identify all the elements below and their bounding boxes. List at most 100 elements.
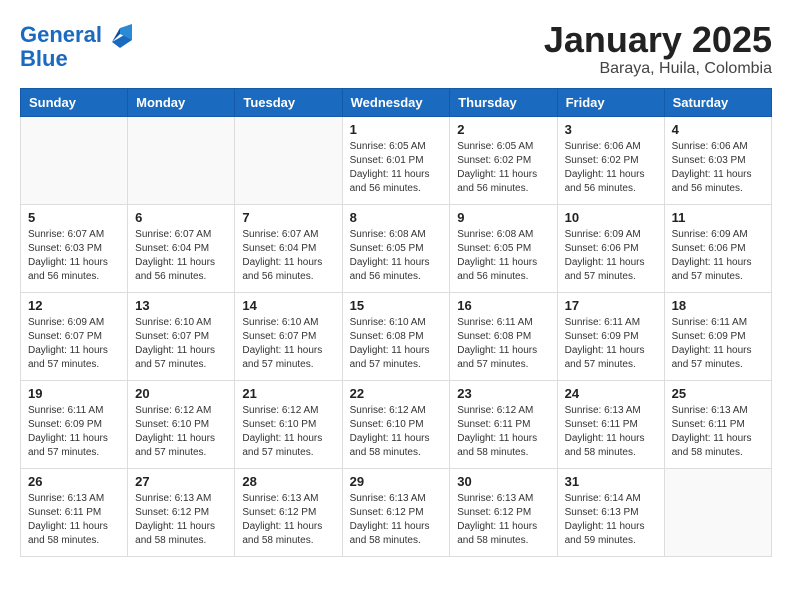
calendar-cell: 6 Sunrise: 6:07 AMSunset: 6:04 PMDaylight… [128, 204, 235, 292]
calendar-cell: 12 Sunrise: 6:09 AMSunset: 6:07 PMDayligh… [21, 292, 128, 380]
day-info: Sunrise: 6:11 AMSunset: 6:09 PMDaylight:… [28, 404, 120, 460]
calendar-cell: 23 Sunrise: 6:12 AMSunset: 6:11 PMDayligh… [450, 380, 557, 468]
calendar-cell: 21Sunrise: 6:12 AMSunset: 6:10 PMDayligh… [235, 380, 342, 468]
day-info: Sunrise: 6:10 AMSunset: 6:07 PMDaylight:… [242, 316, 334, 372]
week-row-3: 12 Sunrise: 6:09 AMSunset: 6:07 PMDayligh… [21, 292, 772, 380]
day-info: Sunrise: 6:13 AMSunset: 6:12 PMDaylight:… [242, 492, 334, 548]
calendar-cell [664, 468, 771, 556]
calendar-cell: 17Sunrise: 6:11 AMSunset: 6:09 PMDayligh… [557, 292, 664, 380]
day-number: 24 [565, 386, 657, 401]
location: Baraya, Huila, Colombia [544, 60, 772, 78]
logo-icon [104, 20, 134, 50]
calendar-table: SundayMondayTuesdayWednesdayThursdayFrid… [20, 88, 772, 557]
calendar-cell: 4 Sunrise: 6:06 AMSunset: 6:03 PMDaylight… [664, 116, 771, 204]
calendar-cell: 14 Sunrise: 6:10 AMSunset: 6:07 PMDayligh… [235, 292, 342, 380]
weekday-header-tuesday: Tuesday [235, 88, 342, 116]
day-number: 11 [672, 210, 764, 225]
day-number: 10 [565, 210, 657, 225]
weekday-header-wednesday: Wednesday [342, 88, 450, 116]
day-info: Sunrise: 6:13 AMSunset: 6:11 PMDaylight:… [672, 404, 764, 460]
calendar-cell: 31Sunrise: 6:14 AMSunset: 6:13 PMDayligh… [557, 468, 664, 556]
calendar-cell: 29Sunrise: 6:13 AMSunset: 6:12 PMDayligh… [342, 468, 450, 556]
logo-text: General [20, 23, 102, 47]
day-number: 13 [135, 298, 227, 313]
week-row-5: 26 Sunrise: 6:13 AMSunset: 6:11 PMDayligh… [21, 468, 772, 556]
day-info: Sunrise: 6:12 AMSunset: 6:10 PMDaylight:… [350, 404, 443, 460]
calendar-cell: 7 Sunrise: 6:07 AMSunset: 6:04 PMDaylight… [235, 204, 342, 292]
calendar-cell: 22 Sunrise: 6:12 AMSunset: 6:10 PMDayligh… [342, 380, 450, 468]
calendar-cell: 16Sunrise: 6:11 AMSunset: 6:08 PMDayligh… [450, 292, 557, 380]
day-info: Sunrise: 6:10 AMSunset: 6:07 PMDaylight:… [135, 316, 227, 372]
calendar-cell: 9 Sunrise: 6:08 AMSunset: 6:05 PMDaylight… [450, 204, 557, 292]
day-number: 29 [350, 474, 443, 489]
day-info: Sunrise: 6:09 AMSunset: 6:06 PMDaylight:… [565, 228, 657, 284]
calendar-cell [128, 116, 235, 204]
day-number: 8 [350, 210, 443, 225]
weekday-header-row: SundayMondayTuesdayWednesdayThursdayFrid… [21, 88, 772, 116]
day-info: Sunrise: 6:06 AMSunset: 6:03 PMDaylight:… [672, 140, 764, 196]
day-number: 6 [135, 210, 227, 225]
day-info: Sunrise: 6:13 AMSunset: 6:11 PMDaylight:… [28, 492, 120, 548]
page-header: General Blue January 2025 Baraya, Huila,… [20, 20, 772, 78]
calendar-cell [21, 116, 128, 204]
title-area: January 2025 Baraya, Huila, Colombia [544, 20, 772, 78]
day-number: 1 [350, 122, 443, 137]
day-info: Sunrise: 6:13 AMSunset: 6:11 PMDaylight:… [565, 404, 657, 460]
calendar-cell: 2Sunrise: 6:05 AMSunset: 6:02 PMDaylight… [450, 116, 557, 204]
day-number: 12 [28, 298, 120, 313]
day-number: 3 [565, 122, 657, 137]
day-number: 7 [242, 210, 334, 225]
day-info: Sunrise: 6:05 AMSunset: 6:02 PMDaylight:… [457, 140, 549, 196]
day-info: Sunrise: 6:12 AMSunset: 6:11 PMDaylight:… [457, 404, 549, 460]
day-number: 22 [350, 386, 443, 401]
week-row-2: 5 Sunrise: 6:07 AMSunset: 6:03 PMDaylight… [21, 204, 772, 292]
day-number: 26 [28, 474, 120, 489]
day-info: Sunrise: 6:09 AMSunset: 6:07 PMDaylight:… [28, 316, 120, 372]
week-row-4: 19 Sunrise: 6:11 AMSunset: 6:09 PMDayligh… [21, 380, 772, 468]
day-info: Sunrise: 6:05 AMSunset: 6:01 PMDaylight:… [350, 140, 443, 196]
day-info: Sunrise: 6:07 AMSunset: 6:04 PMDaylight:… [135, 228, 227, 284]
day-info: Sunrise: 6:07 AMSunset: 6:03 PMDaylight:… [28, 228, 120, 284]
day-info: Sunrise: 6:06 AMSunset: 6:02 PMDaylight:… [565, 140, 657, 196]
day-number: 23 [457, 386, 549, 401]
day-number: 30 [457, 474, 549, 489]
day-number: 18 [672, 298, 764, 313]
day-info: Sunrise: 6:07 AMSunset: 6:04 PMDaylight:… [242, 228, 334, 284]
day-number: 16 [457, 298, 549, 313]
calendar-cell: 25Sunrise: 6:13 AMSunset: 6:11 PMDayligh… [664, 380, 771, 468]
day-number: 14 [242, 298, 334, 313]
day-info: Sunrise: 6:11 AMSunset: 6:09 PMDaylight:… [672, 316, 764, 372]
weekday-header-friday: Friday [557, 88, 664, 116]
calendar-cell: 30 Sunrise: 6:13 AMSunset: 6:12 PMDayligh… [450, 468, 557, 556]
day-info: Sunrise: 6:09 AMSunset: 6:06 PMDaylight:… [672, 228, 764, 284]
day-info: Sunrise: 6:14 AMSunset: 6:13 PMDaylight:… [565, 492, 657, 548]
day-info: Sunrise: 6:08 AMSunset: 6:05 PMDaylight:… [457, 228, 549, 284]
calendar-cell: 19 Sunrise: 6:11 AMSunset: 6:09 PMDayligh… [21, 380, 128, 468]
calendar-cell: 26 Sunrise: 6:13 AMSunset: 6:11 PMDayligh… [21, 468, 128, 556]
day-number: 15 [350, 298, 443, 313]
day-info: Sunrise: 6:12 AMSunset: 6:10 PMDaylight:… [135, 404, 227, 460]
day-number: 19 [28, 386, 120, 401]
weekday-header-sunday: Sunday [21, 88, 128, 116]
day-number: 20 [135, 386, 227, 401]
day-number: 27 [135, 474, 227, 489]
day-info: Sunrise: 6:13 AMSunset: 6:12 PMDaylight:… [457, 492, 549, 548]
day-number: 9 [457, 210, 549, 225]
day-number: 4 [672, 122, 764, 137]
day-info: Sunrise: 6:13 AMSunset: 6:12 PMDaylight:… [135, 492, 227, 548]
weekday-header-saturday: Saturday [664, 88, 771, 116]
calendar-cell: 20 Sunrise: 6:12 AMSunset: 6:10 PMDayligh… [128, 380, 235, 468]
day-number: 5 [28, 210, 120, 225]
weekday-header-thursday: Thursday [450, 88, 557, 116]
calendar-cell: 18 Sunrise: 6:11 AMSunset: 6:09 PMDayligh… [664, 292, 771, 380]
calendar-cell: 8Sunrise: 6:08 AMSunset: 6:05 PMDaylight… [342, 204, 450, 292]
day-info: Sunrise: 6:10 AMSunset: 6:08 PMDaylight:… [350, 316, 443, 372]
calendar-cell: 1 Sunrise: 6:05 AMSunset: 6:01 PMDaylight… [342, 116, 450, 204]
calendar-cell: 15 Sunrise: 6:10 AMSunset: 6:08 PMDayligh… [342, 292, 450, 380]
calendar-cell: 24 Sunrise: 6:13 AMSunset: 6:11 PMDayligh… [557, 380, 664, 468]
calendar-cell: 3 Sunrise: 6:06 AMSunset: 6:02 PMDaylight… [557, 116, 664, 204]
calendar-cell: 28Sunrise: 6:13 AMSunset: 6:12 PMDayligh… [235, 468, 342, 556]
calendar-cell: 10 Sunrise: 6:09 AMSunset: 6:06 PMDayligh… [557, 204, 664, 292]
logo: General Blue [20, 20, 134, 72]
calendar-cell: 13 Sunrise: 6:10 AMSunset: 6:07 PMDayligh… [128, 292, 235, 380]
